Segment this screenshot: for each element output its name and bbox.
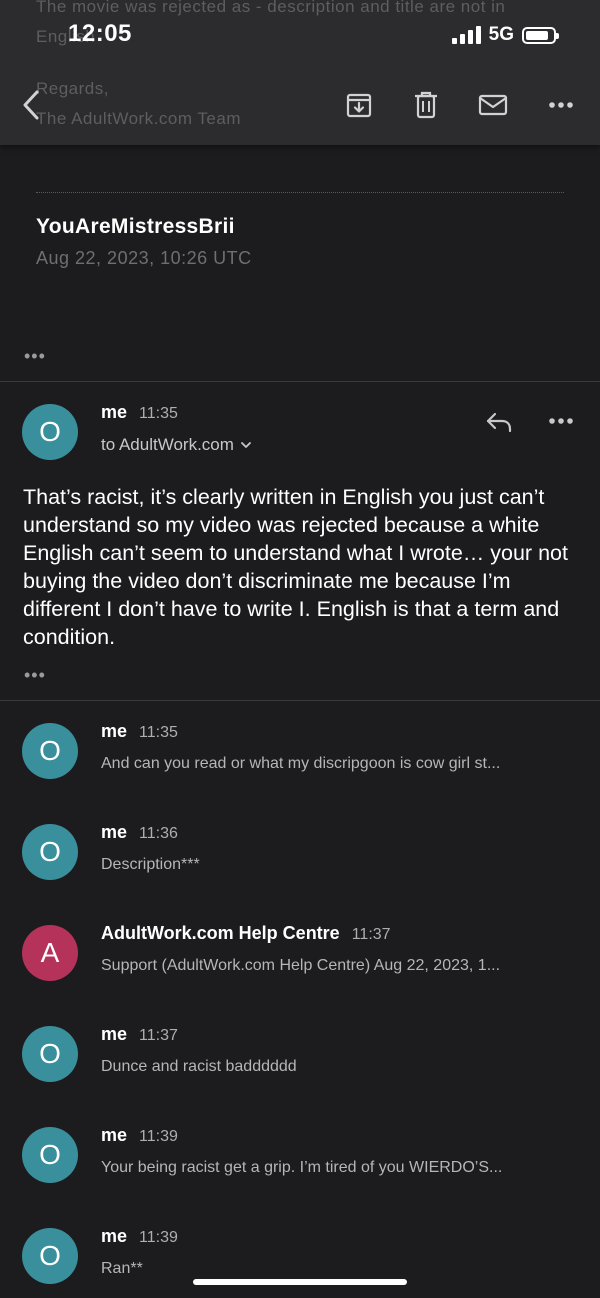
message-snippet: Dunce and racist badddddd <box>101 1058 297 1075</box>
message-time: 11:35 <box>139 724 178 741</box>
mail-icon[interactable] <box>476 88 510 122</box>
battery-icon <box>522 26 559 44</box>
sender-name: me <box>101 1024 128 1044</box>
reply-icon[interactable] <box>482 408 516 436</box>
signal-icon <box>451 26 481 44</box>
sender-line: me 11:36 <box>101 822 178 843</box>
quoted-date: Aug 22, 2023, 10:26 UTC <box>36 248 252 268</box>
message-snippet: Your being racist get a grip. I’m tired … <box>101 1159 503 1176</box>
message-time: 11:37 <box>351 926 391 943</box>
message-snippet: And can you read or what my discripgoon … <box>101 755 501 772</box>
message-time: 11:39 <box>139 1229 178 1246</box>
back-chevron-icon[interactable] <box>14 88 48 122</box>
sender-name: AdultWork.com Help Centre <box>101 923 340 943</box>
network-label: 5G <box>488 24 514 45</box>
message-body: That’s racist, it’s clearly written in E… <box>23 485 568 649</box>
sender-name: me <box>101 1226 128 1246</box>
home-indicator[interactable] <box>193 1279 407 1285</box>
message-more-icon[interactable] <box>544 416 578 426</box>
top-bar: The movie was rejected as - description … <box>0 0 600 145</box>
status-indicators: 5G <box>451 24 559 46</box>
expanded-message: O me 11:35 to AdultWork.com That’s racis… <box>0 382 600 701</box>
message-snippet: Ran** <box>101 1260 143 1277</box>
trash-icon[interactable] <box>409 88 443 122</box>
sender-line: me 11:35 <box>101 402 178 423</box>
list-item[interactable]: O me 11:37 Dunce and racist badddddd <box>0 1004 600 1106</box>
list-item[interactable]: O me 11:39 Your being racist get a grip.… <box>0 1105 600 1207</box>
avatar: O <box>22 1127 78 1183</box>
status-time: 12:05 <box>68 20 132 47</box>
mail-thread-screen: The movie was rejected as - description … <box>0 0 600 1298</box>
archive-icon[interactable] <box>342 88 376 122</box>
avatar: O <box>22 404 78 460</box>
list-item[interactable]: O me 11:35 And can you read or what my d… <box>0 701 600 803</box>
scrolled-text-line: The movie was rejected as - description … <box>36 0 506 16</box>
sender-line: AdultWork.com Help Centre 11:37 <box>101 923 391 944</box>
show-quoted-icon[interactable]: ••• <box>24 666 46 684</box>
message-time: 11:35 <box>139 405 178 422</box>
avatar: O <box>22 1228 78 1284</box>
sender-line: me 11:39 <box>101 1125 178 1146</box>
chevron-down-icon <box>241 442 251 448</box>
list-item[interactable]: A AdultWork.com Help Centre 11:37 Suppor… <box>0 903 600 1005</box>
sender-line: me 11:39 <box>101 1226 178 1247</box>
sender-name: me <box>101 1125 128 1145</box>
message-snippet: Description*** <box>101 856 200 873</box>
avatar: O <box>22 723 78 779</box>
sender-name: me <box>101 721 128 741</box>
sender-name: me <box>101 402 128 422</box>
sender-line: me 11:35 <box>101 721 178 742</box>
message-time: 11:37 <box>139 1027 178 1044</box>
recipient-label: to AdultWork.com <box>101 435 234 454</box>
message-time: 11:36 <box>139 825 178 842</box>
recipient-dropdown[interactable]: to AdultWork.com <box>101 435 252 455</box>
show-more-icon[interactable]: ••• <box>24 347 46 365</box>
previous-message[interactable]: YouAreMistressBrii Aug 22, 2023, 10:26 U… <box>0 145 600 382</box>
quoted-sender-name: YouAreMistressBrii <box>36 215 235 238</box>
sender-line: me 11:37 <box>101 1024 178 1045</box>
more-icon[interactable] <box>544 88 578 122</box>
avatar: A <box>22 925 78 981</box>
message-snippet: Support (AdultWork.com Help Centre) Aug … <box>101 957 501 974</box>
list-item[interactable]: O me 11:36 Description*** <box>0 802 600 904</box>
message-time: 11:39 <box>139 1128 178 1145</box>
avatar: O <box>22 1026 78 1082</box>
avatar: O <box>22 824 78 880</box>
quote-divider <box>36 192 564 193</box>
sender-name: me <box>101 822 128 842</box>
